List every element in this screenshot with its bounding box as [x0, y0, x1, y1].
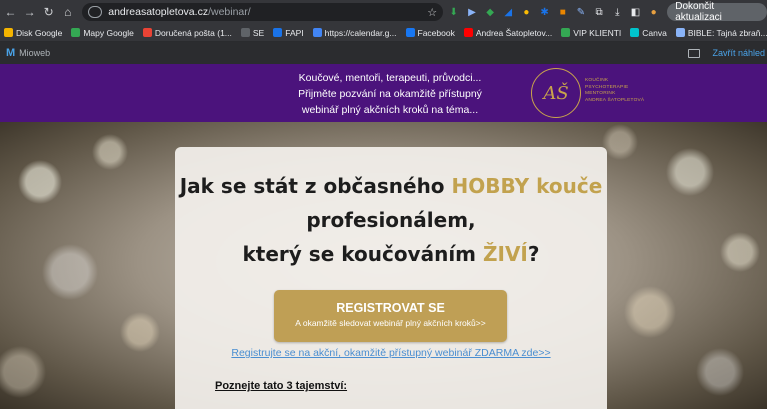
- bookmark-favicon-icon: [675, 28, 685, 37]
- side-panel-icon[interactable]: ◧: [628, 4, 643, 20]
- url-path: /webinar/: [208, 6, 251, 18]
- register-button-label: REGISTROVAT SE: [336, 301, 445, 315]
- extension-icon[interactable]: ◆: [483, 4, 498, 20]
- bookmark-label: https://calendar.g...: [324, 27, 397, 38]
- extension-icon[interactable]: ▶: [464, 4, 479, 20]
- update-button[interactable]: Dokončit aktualizaci: [667, 1, 767, 23]
- bookmark-item[interactable]: SE: [240, 27, 265, 38]
- bookmark-favicon-icon: [312, 28, 322, 37]
- browser-toolbar: ← → ↻ ⌂ andreasatopletova.cz/webinar/ ☆ …: [0, 0, 767, 24]
- bookmark-label: FAPI: [285, 27, 304, 38]
- url-host: andreasatopletova.cz: [108, 6, 209, 18]
- bookmark-favicon-icon: [463, 28, 473, 37]
- bookmark-favicon-icon: [4, 28, 13, 37]
- bookmark-item[interactable]: VIP KLIENTI: [561, 28, 621, 38]
- bookmark-favicon-icon: [405, 28, 415, 37]
- bookmark-favicon-icon: [630, 28, 640, 37]
- mioweb-preview-bar: M Mioweb Zavřít náhled: [0, 42, 767, 64]
- bookmark-item[interactable]: Doručená pošta (1...: [142, 27, 232, 38]
- bookmark-item[interactable]: Facebook: [405, 27, 455, 38]
- back-icon[interactable]: ←: [2, 3, 19, 21]
- register-free-link[interactable]: Registrujte se na akční, okamžitě přístu…: [175, 347, 607, 359]
- bookmark-label: VIP KLIENTI: [573, 27, 622, 38]
- extension-icon[interactable]: ⬇: [446, 4, 461, 20]
- secrets-heading: Poznejte tato 3 tajemství:: [215, 380, 348, 392]
- reload-icon[interactable]: ↻: [40, 3, 57, 21]
- bookmark-item[interactable]: https://calendar.g...: [312, 27, 397, 38]
- headline-highlight: ŽIVÍ: [483, 242, 528, 266]
- teaser-line: Koučové, mentoři, terapeuti, průvodci...: [298, 72, 482, 84]
- bookmark-favicon-icon: [71, 28, 81, 37]
- header-teaser: Koučové, mentoři, terapeuti, průvodci...…: [280, 70, 500, 118]
- bookmark-label: Andrea Šatopletov...: [475, 27, 553, 38]
- site-info-icon[interactable]: [88, 6, 103, 18]
- bookmark-favicon-icon: [273, 28, 283, 37]
- bookmark-item[interactable]: Mapy Google: [71, 28, 134, 38]
- bookmark-item[interactable]: BIBLE: Tajná zbraň...: [675, 27, 767, 38]
- register-button-sublabel: A okamžitě sledovat webinář plný akčních…: [295, 318, 486, 328]
- extensions-puzzle-icon[interactable]: ⧉: [592, 4, 607, 20]
- close-preview-link[interactable]: Zavřít náhled: [712, 48, 765, 58]
- teaser-line: Přijměte pozvání na okamžitě přístupný: [298, 88, 482, 100]
- extension-icon[interactable]: ◢: [501, 4, 516, 20]
- register-button[interactable]: REGISTROVAT SE A okamžitě sledovat webin…: [274, 290, 507, 342]
- logo-caption-line: ANDREA ŠATOPLETOVÁ: [585, 97, 645, 103]
- bookmark-item[interactable]: FAPI: [273, 27, 304, 38]
- home-icon[interactable]: ⌂: [59, 3, 76, 21]
- profile-avatar-icon[interactable]: ●: [646, 4, 661, 20]
- headline-text: Jak se stát z občasného: [179, 174, 452, 198]
- bookmark-favicon-icon: [561, 28, 571, 37]
- bookmark-favicon-icon: [240, 28, 250, 37]
- mioweb-logo-icon: M: [6, 47, 16, 59]
- bookmark-label: SE: [252, 27, 265, 38]
- extension-icon[interactable]: ✱: [537, 4, 552, 20]
- bookmark-item[interactable]: Canva: [630, 28, 667, 38]
- headline-text: profesionálem,: [306, 208, 476, 232]
- page-header: Koučové, mentoři, terapeuti, průvodci...…: [0, 64, 767, 122]
- bookmark-label: Facebook: [417, 27, 455, 38]
- bookmark-label: Doručená pošta (1...: [154, 27, 232, 38]
- extension-icon[interactable]: ✎: [573, 4, 588, 20]
- brand-logo-icon: AŠ: [531, 68, 581, 118]
- teaser-line: webinář plný akčních kroků na téma...: [301, 104, 479, 116]
- headline-highlight: HOBBY kouče: [451, 174, 603, 198]
- page-title: Jak se stát z občasného HOBBY kouče prof…: [175, 169, 607, 271]
- mioweb-brand: Mioweb: [19, 48, 51, 58]
- content-panel: Jak se stát z občasného HOBBY kouče prof…: [175, 147, 607, 409]
- bookmarks-bar: Disk Google Mapy Google Doručená pošta (1.…: [0, 24, 767, 42]
- forward-icon[interactable]: →: [21, 3, 38, 21]
- headline-text: ?: [527, 242, 540, 266]
- monitor-icon[interactable]: [688, 48, 701, 58]
- extension-icon[interactable]: ■: [555, 4, 570, 20]
- bookmark-star-icon[interactable]: ☆: [427, 6, 437, 19]
- bookmark-label: Mapy Google: [83, 27, 134, 38]
- extension-icon[interactable]: ●: [519, 4, 534, 20]
- bookmark-item[interactable]: Andrea Šatopletov...: [463, 27, 553, 38]
- bookmark-label: Disk Google: [16, 27, 63, 38]
- bookmark-label: Canva: [642, 27, 667, 38]
- bookmark-label: BIBLE: Tajná zbraň...: [687, 27, 767, 38]
- headline-text: který se koučováním: [242, 242, 483, 266]
- download-icon[interactable]: ⤓: [610, 4, 625, 20]
- hero-section: Jak se stát z občasného HOBBY kouče prof…: [0, 122, 767, 409]
- bookmark-item[interactable]: Disk Google: [4, 28, 62, 38]
- logo-caption: KOUČINK PSYCHOTERAPIE MENTORINK ANDREA Š…: [585, 78, 644, 104]
- bookmark-favicon-icon: [142, 28, 152, 37]
- address-bar[interactable]: andreasatopletova.cz/webinar/ ☆: [82, 3, 444, 21]
